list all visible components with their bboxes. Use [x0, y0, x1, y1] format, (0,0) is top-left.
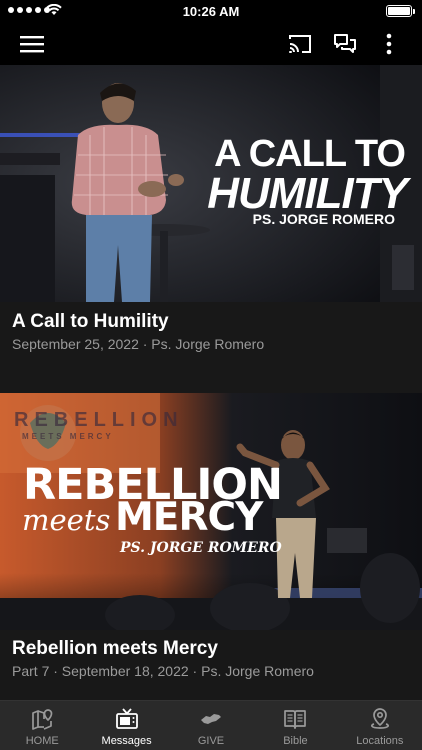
- artwork-backdrop-subtitle: MEETS MERCY: [22, 432, 114, 441]
- sermon-meta: September 25, 2022 · Ps. Jorge Romero: [12, 336, 265, 352]
- artwork-title-line2: HUMILITY: [207, 169, 408, 218]
- more-vertical-icon[interactable]: [374, 29, 404, 59]
- status-bar: 10:26 AM: [0, 0, 422, 22]
- tab-give[interactable]: GIVE: [169, 701, 253, 750]
- tab-label: HOME: [25, 735, 59, 747]
- bottom-tab-bar: HOME Messages GIVE Bible Locations: [0, 700, 422, 750]
- sermon-feed[interactable]: A CALL TO HUMILITY PS. JORGE ROMERO A Ca…: [0, 65, 422, 700]
- open-book-icon: [284, 710, 307, 729]
- tab-label: GIVE: [197, 735, 225, 747]
- chat-bubbles-icon[interactable]: [330, 29, 360, 59]
- artwork-backdrop-title: REBELLION: [14, 409, 184, 431]
- status-time: 10:26 AM: [182, 4, 240, 19]
- tab-label: Locations: [356, 735, 404, 747]
- hamburger-menu-icon[interactable]: [17, 29, 47, 59]
- artwork-title-meets: meets: [22, 503, 111, 537]
- sermon-card[interactable]: A CALL TO HUMILITY PS. JORGE ROMERO A Ca…: [0, 65, 422, 373]
- tab-bible[interactable]: Bible: [253, 701, 337, 750]
- map-pin-icon: [32, 709, 53, 730]
- tab-home[interactable]: HOME: [0, 701, 84, 750]
- app-bar: [0, 22, 422, 65]
- tv-icon: [115, 708, 138, 729]
- tab-label: Messages: [101, 735, 152, 747]
- tab-locations[interactable]: Locations: [338, 701, 422, 750]
- handshake-icon: [201, 714, 222, 724]
- battery-icon: [386, 5, 415, 17]
- sermon-title[interactable]: A Call to Humility: [12, 311, 169, 333]
- sermon-artwork[interactable]: REBELLION MEETS MERCY REBELLION meets ME…: [0, 393, 422, 630]
- tab-label: Bible: [283, 735, 308, 747]
- artwork-speaker: PS. JORGE ROMERO: [252, 211, 395, 227]
- sermon-meta: Part 7 · September 18, 2022 · Ps. Jorge …: [12, 663, 314, 679]
- sermon-card[interactable]: REBELLION MEETS MERCY REBELLION meets ME…: [0, 393, 422, 700]
- location-pin-icon: [370, 708, 389, 729]
- sermon-title[interactable]: Rebellion meets Mercy: [12, 638, 218, 660]
- sermon-artwork[interactable]: A CALL TO HUMILITY PS. JORGE ROMERO: [0, 65, 422, 302]
- artwork-title-line1: A CALL TO: [214, 133, 406, 175]
- artwork-speaker: PS. JORGE ROMERO: [120, 540, 282, 556]
- tab-messages[interactable]: Messages: [84, 701, 168, 750]
- cast-icon[interactable]: [285, 29, 315, 59]
- artwork-title-mercy: MERCY: [115, 495, 263, 540]
